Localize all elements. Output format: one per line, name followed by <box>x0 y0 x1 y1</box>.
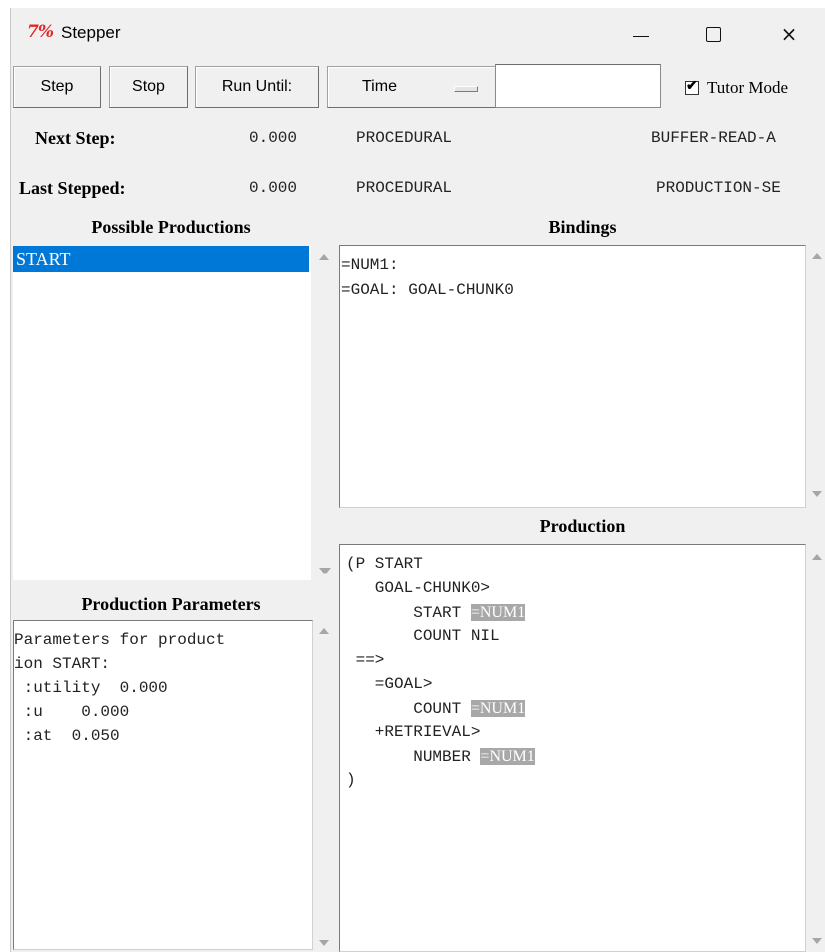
checkmark-icon: ✔ <box>686 79 698 94</box>
scroll-down-icon[interactable] <box>812 491 822 497</box>
binding-line: =GOAL: GOAL-CHUNK0 <box>341 281 514 299</box>
parameter-line: Parameters for product <box>14 631 226 649</box>
scroll-up-icon[interactable] <box>319 628 329 634</box>
parameter-line: :u 0.000 <box>14 703 130 721</box>
possible-productions-heading: Possible Productions <box>91 217 251 237</box>
minimize-icon <box>633 35 649 37</box>
production-line: COUNT NIL <box>346 627 500 645</box>
scroll-down-icon[interactable] <box>321 568 331 574</box>
last-stepped-label: Last Stepped: <box>19 178 126 198</box>
production-text[interactable]: (P START GOAL-CHUNK0> START =NUM1 COUNT … <box>339 544 806 952</box>
scroll-down-icon[interactable] <box>319 940 329 946</box>
production-parameters-scrollbar[interactable] <box>315 620 333 950</box>
run-until-button[interactable]: Run Until: <box>195 66 319 108</box>
title-bar: 7% Stepper × <box>11 8 825 60</box>
window-title: Stepper <box>61 23 121 42</box>
next-step-module: PROCEDURAL <box>356 129 453 147</box>
list-item[interactable]: START <box>13 246 309 272</box>
production-line: =GOAL> <box>346 675 433 693</box>
option-menu-indicator-icon <box>454 86 478 92</box>
tk-feather-icon: 7% <box>27 22 54 42</box>
slot-name: NUMBER <box>346 748 481 766</box>
step-button[interactable]: Step <box>13 66 101 108</box>
possible-productions-scrollbar[interactable] <box>315 246 333 580</box>
production-parameters-heading: Production Parameters <box>81 594 261 614</box>
production-line: GOAL-CHUNK0> <box>346 579 491 597</box>
scroll-up-icon[interactable] <box>812 554 822 560</box>
parameter-line: ion START: <box>14 655 111 673</box>
slot-name: COUNT <box>346 700 471 718</box>
last-stepped-module: PROCEDURAL <box>356 179 453 197</box>
production-line: (P START <box>346 555 423 573</box>
production-line: NUMBER =NUM1 <box>346 745 535 769</box>
variable-highlight: =NUM1 <box>480 748 535 765</box>
close-icon: × <box>780 22 798 46</box>
run-until-value-input[interactable] <box>495 64 661 108</box>
next-step-time: 0.000 <box>249 129 298 147</box>
variable-highlight: =NUM1 <box>470 700 526 717</box>
production-line: ) <box>346 771 356 789</box>
tutor-mode-label: Tutor Mode <box>707 78 789 97</box>
last-stepped-event: PRODUCTION-SE <box>656 179 781 197</box>
close-button[interactable]: × <box>759 16 819 52</box>
next-step-label: Next Step: <box>35 128 116 148</box>
parameter-line: :utility 0.000 <box>14 679 168 697</box>
tutor-mode-checkbox[interactable]: ✔ Tutor Mode <box>685 78 788 98</box>
production-parameters-text[interactable]: Parameters for product ion START: :utili… <box>13 620 313 950</box>
maximize-button[interactable] <box>683 16 743 52</box>
production-line: COUNT =NUM1 <box>346 697 526 721</box>
next-step-event: BUFFER-READ-A <box>651 129 776 147</box>
bindings-heading: Bindings <box>548 217 617 237</box>
stepper-window: 7% Stepper × Step Stop Run Until: Time ✔… <box>10 8 825 952</box>
possible-productions-list[interactable]: START <box>13 246 311 580</box>
minimize-button[interactable] <box>611 16 671 52</box>
binding-line: =NUM1: <box>341 256 399 274</box>
scroll-down-icon[interactable] <box>812 938 822 944</box>
run-until-type-label: Time <box>362 78 397 95</box>
scroll-up-icon[interactable] <box>319 254 329 260</box>
bindings-scrollbar[interactable] <box>808 245 825 508</box>
stop-button[interactable]: Stop <box>109 66 188 108</box>
maximize-icon <box>705 26 721 42</box>
checkbox-box[interactable]: ✔ <box>685 79 699 95</box>
bindings-text[interactable]: =NUM1: =GOAL: GOAL-CHUNK0 <box>339 245 806 508</box>
production-line: +RETRIEVAL> <box>346 723 481 741</box>
production-line: START =NUM1 <box>346 601 526 625</box>
run-until-type-select[interactable]: Time <box>327 66 497 108</box>
last-stepped-time: 0.000 <box>249 179 298 197</box>
variable-highlight: =NUM1 <box>470 604 526 621</box>
slot-name: START <box>346 604 471 622</box>
scroll-up-icon[interactable] <box>812 253 822 259</box>
production-heading: Production <box>539 516 626 536</box>
parameter-line: :at 0.050 <box>14 727 120 745</box>
production-line: ==> <box>346 651 385 669</box>
production-scrollbar[interactable] <box>808 544 825 952</box>
